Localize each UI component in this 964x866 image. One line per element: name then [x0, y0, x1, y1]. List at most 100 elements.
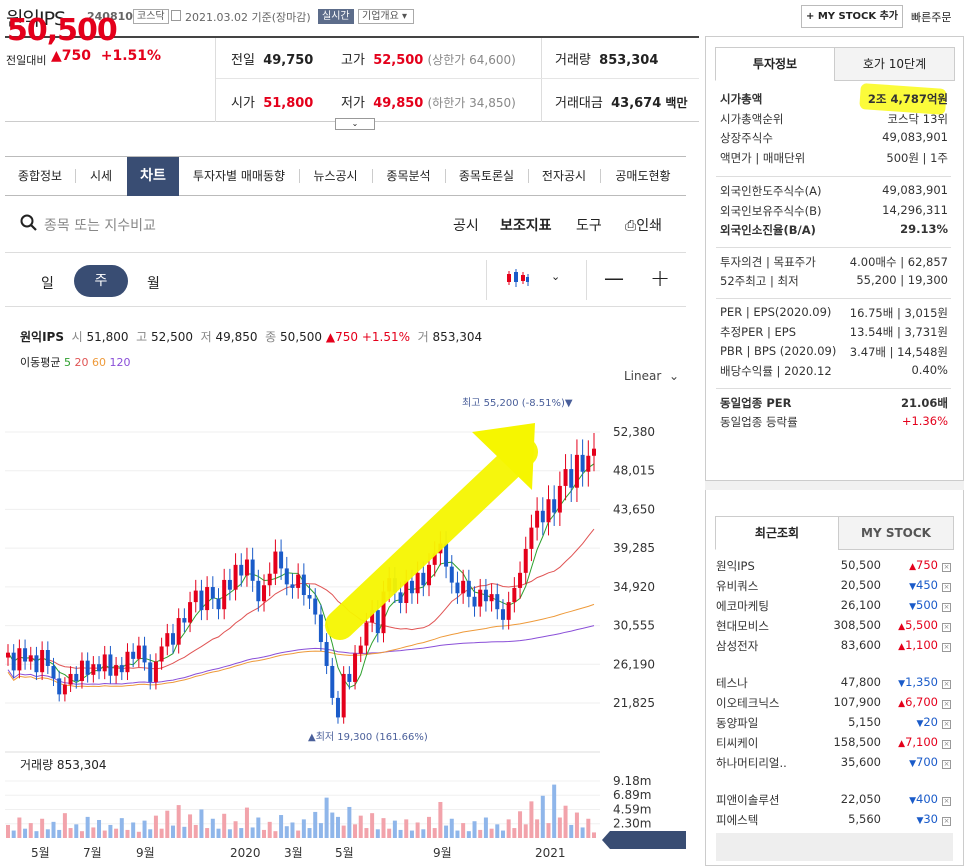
- remove-icon[interactable]: ×: [942, 717, 951, 731]
- candle-body: [375, 610, 380, 634]
- volume-bar: [313, 811, 318, 838]
- tools-button[interactable]: 도구: [576, 215, 602, 235]
- expand-button[interactable]: ⌄: [335, 118, 375, 130]
- candle-type-icon[interactable]: [506, 268, 530, 288]
- volume-bar: [404, 819, 409, 838]
- printer-icon: ⎙: [625, 218, 637, 234]
- remove-icon[interactable]: ×: [942, 697, 951, 711]
- recent-item-name[interactable]: 이오테크닉스: [716, 695, 779, 711]
- period-day[interactable]: 일: [41, 273, 54, 293]
- volume-bar: [131, 822, 136, 838]
- fast-order-button[interactable]: 빠른주문: [911, 9, 951, 25]
- company-info-dropdown[interactable]: 기업개요 ▾: [358, 9, 414, 24]
- price-chart[interactable]: 52,380 48,015 43,650 39,285 34,920 30,555 26,1…: [0, 390, 700, 866]
- volume-bar: [375, 829, 380, 838]
- remove-icon[interactable]: ×: [942, 814, 951, 828]
- candle-body: [233, 564, 238, 590]
- high-marker: 최고 55,200 (-8.51%)▼: [462, 397, 573, 409]
- recent-item-change: ▼450: [909, 578, 938, 592]
- tab-5[interactable]: 종목분석: [372, 157, 445, 196]
- base-date: 2021.03.02 기준(장마감): [185, 11, 311, 24]
- tab-8[interactable]: 공매도현황: [600, 157, 686, 196]
- chevron-down-icon[interactable]: ⌄: [551, 270, 560, 283]
- volume-bar: [233, 821, 238, 838]
- tab-6[interactable]: 종목토론실: [445, 157, 528, 196]
- remove-icon[interactable]: ×: [942, 677, 951, 691]
- volume-bar: [438, 801, 443, 838]
- recent-item-name[interactable]: 현대모비스: [716, 618, 769, 634]
- y-tick-label: 21,825: [613, 696, 655, 710]
- recent-item-name[interactable]: 동양파일: [716, 715, 758, 731]
- volume-bar: [495, 824, 500, 838]
- recent-item-price: 47,800: [840, 675, 881, 689]
- volume-bar: [290, 822, 295, 838]
- tab-1[interactable]: 시세: [75, 157, 127, 196]
- remove-icon[interactable]: ×: [942, 794, 951, 808]
- zoom-out-button[interactable]: —: [604, 266, 624, 290]
- tab-mystock[interactable]: MY STOCK: [838, 516, 954, 550]
- realtime-button[interactable]: 실시간: [318, 9, 354, 24]
- recent-item-name[interactable]: 피에스텍: [716, 812, 758, 828]
- candle-body: [296, 574, 301, 588]
- tab-recent[interactable]: 최근조회: [715, 516, 839, 550]
- volume-bar: [239, 828, 244, 838]
- low-price: 저가 49,850 (하한가 34,850): [341, 96, 516, 111]
- tab-3[interactable]: 투자자별 매매동향: [179, 157, 299, 196]
- tab-4[interactable]: 뉴스공시: [299, 157, 372, 196]
- search-icon[interactable]: [20, 214, 38, 232]
- recent-item-name[interactable]: 하나머티리얼..: [716, 755, 787, 771]
- remove-icon[interactable]: ×: [942, 600, 951, 614]
- candle-body: [313, 598, 318, 615]
- recent-item-name[interactable]: 티씨케이: [716, 735, 758, 751]
- remove-icon[interactable]: ×: [942, 620, 951, 634]
- y-tick-label: 52,380: [613, 425, 655, 439]
- compare-search-input[interactable]: 종목 또는 지수비교: [44, 215, 156, 235]
- info-value: 16.75배 | 3,015원: [849, 305, 948, 320]
- y-tick-label: 34,920: [613, 580, 655, 594]
- remove-icon[interactable]: ×: [942, 757, 951, 771]
- candle-body: [569, 469, 574, 488]
- volume-bar: [34, 831, 39, 838]
- more-bar[interactable]: [716, 833, 953, 861]
- notice-button[interactable]: 공시: [453, 215, 479, 235]
- tab-2[interactable]: 차트: [127, 157, 179, 196]
- tab-0[interactable]: 종합정보: [5, 157, 75, 196]
- remove-icon[interactable]: ×: [942, 560, 951, 574]
- recent-item-name[interactable]: 원익IPS: [716, 558, 755, 574]
- candle-body: [68, 673, 73, 685]
- indicator-button[interactable]: 보조지표: [500, 215, 552, 235]
- remove-icon[interactable]: ×: [942, 640, 951, 654]
- tab-hoga[interactable]: 호가 10단계: [834, 47, 955, 81]
- recent-item-name[interactable]: 유비쿼스: [716, 578, 758, 594]
- calendar-icon: [171, 10, 181, 21]
- volume-bar: [79, 831, 84, 838]
- recent-item-change: ▼400: [909, 792, 938, 806]
- candle-body: [512, 587, 517, 603]
- candle-body: [57, 678, 62, 695]
- y-tick-label: 26,190: [613, 657, 655, 671]
- zoom-in-button[interactable]: +: [650, 264, 670, 292]
- period-month[interactable]: 월: [147, 273, 160, 293]
- candle-body: [23, 648, 28, 662]
- recent-item-name[interactable]: 테스나: [716, 675, 748, 691]
- candle-body: [444, 543, 449, 567]
- tab-7[interactable]: 전자공시: [528, 157, 600, 196]
- print-button[interactable]: ⎙인쇄: [625, 215, 662, 235]
- volume-bar: [40, 818, 45, 838]
- scale-dropdown[interactable]: Linear ⌄: [624, 369, 679, 383]
- remove-icon[interactable]: ×: [942, 580, 951, 594]
- recent-item-name[interactable]: 피앤이솔루션: [716, 792, 779, 808]
- info-label: 동일업종 등락률: [720, 415, 798, 429]
- tab-invest-info[interactable]: 투자정보: [715, 47, 835, 81]
- recent-item-name[interactable]: 에코마케팅: [716, 598, 769, 614]
- period-week[interactable]: 주: [74, 265, 128, 297]
- add-mystock-button[interactable]: + MY STOCK 추가: [801, 5, 903, 28]
- candle-body: [239, 564, 244, 576]
- remove-icon[interactable]: ×: [942, 737, 951, 751]
- info-label: 추정PER | EPS: [720, 325, 797, 339]
- candle-body: [40, 650, 45, 673]
- recent-item-price: 83,600: [840, 638, 881, 652]
- candle-body: [506, 602, 511, 620]
- volume-bar: [74, 824, 79, 838]
- recent-item-name[interactable]: 삼성전자: [716, 638, 758, 654]
